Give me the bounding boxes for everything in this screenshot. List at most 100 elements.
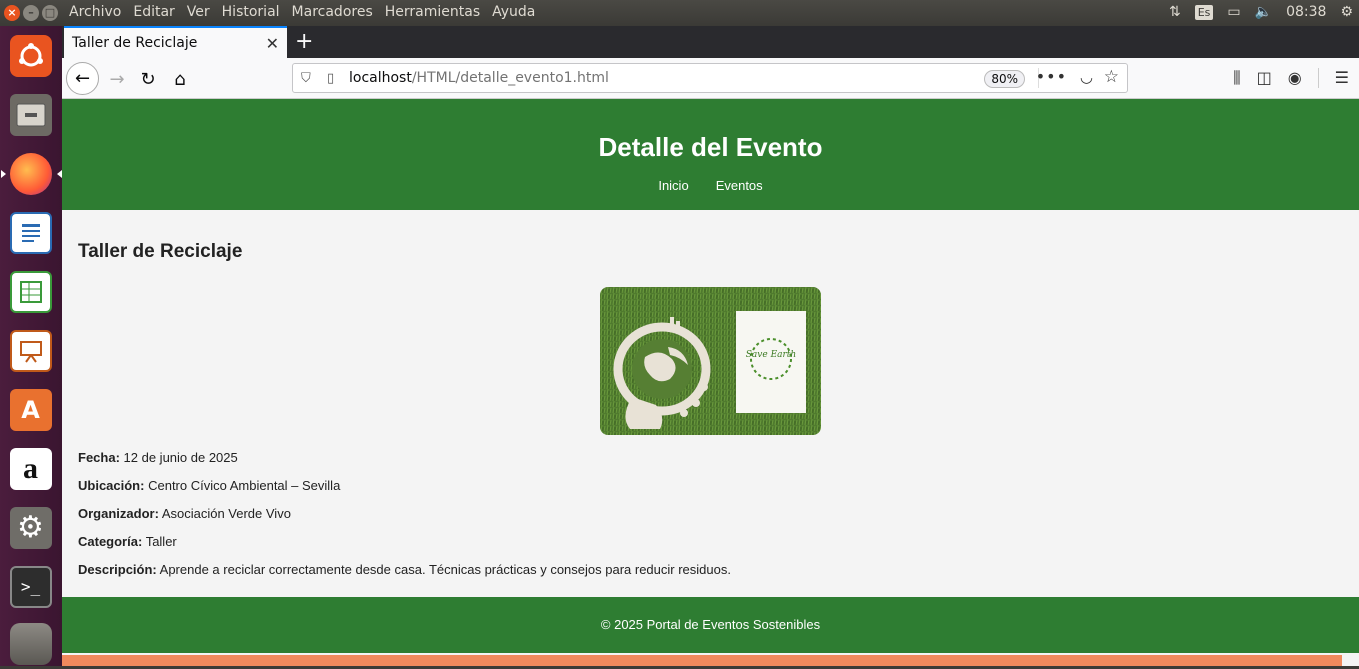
tab-title: Taller de Reciclaje — [72, 35, 198, 51]
back-arrow-icon: ← — [74, 68, 91, 89]
trash-launcher[interactable] — [5, 618, 56, 669]
zoom-indicator[interactable]: 80% — [984, 70, 1025, 88]
new-tab-button[interactable]: + — [295, 29, 313, 54]
save-earth-text: Save Earth — [746, 350, 796, 360]
reload-button[interactable]: ↻ — [133, 64, 163, 94]
event-title: Taller de Reciclaje — [78, 241, 243, 262]
tab-strip: Taller de Reciclaje ✕ + — [62, 26, 1359, 58]
tracking-shield-icon[interactable]: ⛉ — [301, 71, 317, 86]
toolbar-separator — [1317, 68, 1319, 88]
network-transfer-icon[interactable]: ⇅ — [1169, 4, 1181, 20]
url-host: localhost — [349, 70, 412, 86]
terminal-icon: >_ — [9, 565, 52, 608]
field-value: Asociación Verde Vivo — [161, 506, 291, 521]
event-fields: Fecha: 12 de junio de 2025 Ubicación: Ce… — [78, 450, 1343, 578]
amazon-launcher[interactable]: a — [5, 443, 56, 494]
url-text[interactable]: localhost/HTML/detalle_evento1.html — [349, 70, 609, 86]
firefox-window: Taller de Reciclaje ✕ + ← → ↻ ⌂ ⛉ ▯ loca… — [62, 26, 1359, 666]
toolbar-right: ⫼ ◫ ◉ ☰ — [1233, 68, 1359, 88]
nav-link-eventos[interactable]: Eventos — [716, 178, 763, 193]
menu-archivo[interactable]: Archivo — [69, 4, 121, 20]
menu-historial[interactable]: Historial — [222, 4, 280, 20]
field-label: Fecha: — [78, 450, 120, 465]
top-panel: × – □ Archivo Editar Ver Historial Marca… — [0, 0, 1359, 26]
window-controls: × – □ — [4, 5, 58, 21]
forward-arrow-icon: → — [109, 68, 125, 90]
calc-icon — [9, 270, 52, 313]
menu-editar[interactable]: Editar — [133, 4, 174, 20]
menu-ver[interactable]: Ver — [187, 4, 210, 20]
page-viewport: Detalle del Evento Inicio Eventos Taller… — [62, 99, 1359, 666]
maximize-window-button[interactable]: □ — [42, 5, 58, 21]
bookmark-star-icon[interactable]: ☆ — [1104, 67, 1119, 87]
files-launcher[interactable] — [5, 89, 56, 140]
field-label: Organizador: — [78, 506, 159, 521]
field-value: 12 de junio de 2025 — [123, 450, 238, 465]
page-info-icon[interactable]: ▯ — [327, 71, 341, 86]
amazon-icon: a — [9, 447, 52, 490]
firefox-launcher[interactable] — [1, 148, 62, 199]
site-header: Detalle del Evento Inicio Eventos — [62, 99, 1359, 210]
files-icon — [9, 93, 52, 136]
impress-launcher[interactable] — [5, 325, 56, 376]
writer-icon — [9, 211, 52, 254]
tab-active[interactable]: Taller de Reciclaje ✕ — [64, 26, 287, 58]
power-gear-icon[interactable]: ⚙ — [1340, 4, 1353, 20]
site-nav: Inicio Eventos — [62, 178, 1359, 193]
navigation-toolbar: ← → ↻ ⌂ ⛉ ▯ localhost/HTML/detalle_event… — [62, 58, 1359, 99]
app-menubar: Archivo Editar Ver Historial Marcadores … — [69, 4, 535, 20]
active-indicator — [1, 170, 6, 178]
software-center-launcher[interactable]: A — [5, 384, 56, 435]
pocket-icon[interactable]: ◡ — [1080, 68, 1093, 86]
menu-marcadores[interactable]: Marcadores — [292, 4, 373, 20]
impress-icon — [9, 329, 52, 372]
terminal-launcher[interactable]: >_ — [5, 561, 56, 612]
volume-icon[interactable]: 🔈 — [1255, 4, 1272, 20]
page-title: Detalle del Evento — [598, 132, 823, 162]
reload-icon: ↻ — [140, 68, 156, 90]
software-center-icon: A — [9, 388, 52, 431]
field-organizador: Organizador: Asociación Verde Vivo — [78, 506, 1343, 522]
close-window-button[interactable]: × — [4, 5, 20, 21]
home-button[interactable]: ⌂ — [165, 64, 195, 94]
site-footer: © 2025 Portal de Eventos Sostenibles — [62, 597, 1359, 653]
calc-launcher[interactable] — [5, 266, 56, 317]
page-actions-icon[interactable]: ••• — [1036, 67, 1067, 86]
sidebar-icon[interactable]: ◫ — [1257, 68, 1272, 88]
menu-ayuda[interactable]: Ayuda — [492, 4, 535, 20]
field-value: Centro Cívico Ambiental – Sevilla — [148, 478, 341, 493]
event-detail: Taller de Reciclaje Save Earth Fecha: 12… — [62, 210, 1359, 578]
settings-icon: ⚙ — [9, 506, 52, 549]
home-icon: ⌂ — [174, 68, 186, 90]
field-label: Ubicación: — [78, 478, 145, 493]
unity-launcher: A a ⚙ >_ — [0, 26, 62, 666]
account-icon[interactable]: ◉ — [1288, 68, 1302, 88]
bottom-strip — [62, 655, 1342, 666]
url-path: /HTML/detalle_evento1.html — [411, 70, 609, 86]
menu-herramientas[interactable]: Herramientas — [385, 4, 480, 20]
system-indicators: ⇅ Es ▭ 🔈 08:38 ⚙ — [1169, 4, 1353, 20]
library-icon[interactable]: ⫼ — [1233, 68, 1240, 88]
writer-launcher[interactable] — [5, 207, 56, 258]
url-bar[interactable]: ⛉ ▯ localhost/HTML/detalle_evento1.html … — [292, 63, 1128, 93]
firefox-icon — [9, 152, 52, 195]
forward-button[interactable]: → — [102, 64, 132, 94]
field-fecha: Fecha: 12 de junio de 2025 — [78, 450, 1343, 466]
tab-close-icon[interactable]: ✕ — [266, 34, 279, 53]
trash-icon — [9, 622, 52, 665]
ubuntu-dash-button[interactable] — [5, 30, 56, 81]
nav-link-inicio[interactable]: Inicio — [658, 178, 688, 193]
clock[interactable]: 08:38 — [1286, 4, 1326, 20]
hamburger-menu-icon[interactable]: ☰ — [1335, 68, 1349, 88]
field-descripcion: Descripción: Aprende a reciclar correcta… — [78, 562, 1343, 578]
keyboard-layout-indicator[interactable]: Es — [1194, 4, 1214, 20]
field-value: Aprende a reciclar correctamente desde c… — [159, 562, 731, 577]
field-label: Descripción: — [78, 562, 157, 577]
battery-icon[interactable]: ▭ — [1227, 4, 1240, 20]
field-ubicacion: Ubicación: Centro Cívico Ambiental – Sev… — [78, 478, 1343, 494]
ubuntu-icon — [9, 34, 52, 77]
back-button[interactable]: ← — [66, 62, 99, 95]
settings-launcher[interactable]: ⚙ — [5, 502, 56, 553]
field-label: Categoría: — [78, 534, 143, 549]
minimize-window-button[interactable]: – — [23, 5, 39, 21]
